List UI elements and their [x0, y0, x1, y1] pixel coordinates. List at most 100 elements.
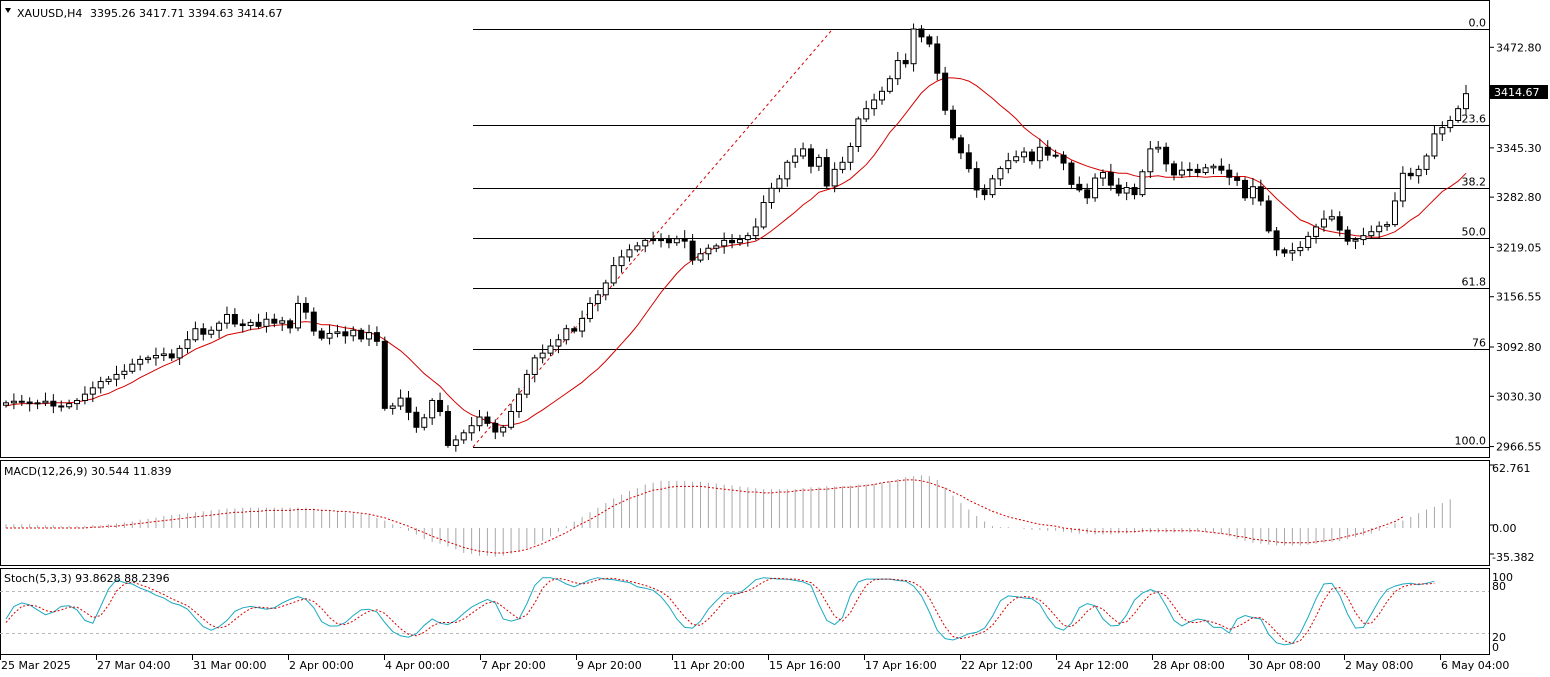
bull-candle	[618, 256, 625, 267]
bull-candle	[508, 411, 515, 428]
bull-candle	[555, 339, 562, 347]
macd-tick-label: 62.761	[1492, 462, 1531, 475]
bull-candle	[105, 378, 112, 383]
bull-candle	[389, 405, 396, 409]
bull-candle	[523, 373, 530, 395]
bear-candle	[318, 330, 325, 339]
bull-candle	[263, 318, 270, 327]
bear-candle	[965, 152, 972, 170]
bear-candle	[942, 72, 949, 111]
bull-candle	[1320, 218, 1327, 228]
bull-candle	[1360, 235, 1367, 241]
bull-candle	[208, 329, 215, 335]
time-tick-label: 31 Mar 00:00	[193, 659, 266, 672]
bull-candle	[160, 353, 167, 357]
bull-candle	[563, 328, 570, 341]
bear-candle	[255, 321, 262, 327]
bull-candle	[602, 282, 609, 296]
bear-candle	[957, 137, 964, 154]
bull-candle	[89, 387, 96, 395]
time-tick-label: 2 May 08:00	[1345, 659, 1413, 672]
current-price-label: 3414.67	[1494, 86, 1540, 99]
bull-candle	[713, 245, 720, 249]
bear-candle	[1218, 165, 1225, 171]
bear-candle	[926, 36, 933, 45]
bull-candle	[634, 245, 641, 251]
bull-candle	[594, 294, 601, 304]
bull-candle	[1328, 216, 1335, 220]
bull-candle	[697, 253, 704, 261]
stoch-label: Stoch(5,3,3) 93.8628 88.2396	[4, 572, 170, 585]
bull-candle	[879, 90, 885, 101]
bull-candle	[1368, 231, 1375, 237]
time-tick-label: 4 Apr 00:00	[385, 659, 450, 672]
bear-candle	[681, 238, 688, 242]
bear-candle	[1084, 189, 1091, 199]
bull-candle	[121, 370, 128, 375]
bull-candle	[1178, 169, 1185, 176]
bull-candle	[66, 403, 73, 408]
bear-candle	[484, 416, 491, 424]
time-tick-label: 28 Apr 08:00	[1153, 659, 1225, 672]
bear-candle	[1242, 179, 1249, 199]
bull-candle	[531, 357, 538, 375]
bear-candle	[405, 397, 412, 413]
bear-candle	[1068, 162, 1075, 185]
bear-candle	[444, 411, 451, 446]
bull-candle	[97, 381, 104, 389]
time-tick-label: 22 Apr 12:00	[961, 659, 1033, 672]
bull-candle	[1423, 155, 1430, 170]
bull-candle	[886, 78, 893, 92]
bull-candle	[855, 118, 862, 148]
bear-candle	[689, 240, 696, 261]
bear-candle	[358, 329, 365, 340]
bull-candle	[642, 239, 649, 247]
bull-candle	[113, 373, 120, 380]
bull-candle	[815, 157, 822, 167]
bull-candle	[1376, 225, 1383, 233]
bull-candle	[500, 426, 507, 433]
bull-candle	[910, 28, 917, 65]
time-tick-label: 11 Apr 20:00	[673, 659, 745, 672]
bull-candle	[752, 226, 759, 237]
bear-candle	[1060, 154, 1067, 164]
bull-candle	[247, 321, 254, 327]
bear-candle	[168, 353, 175, 359]
macd-tick-label: 0.00	[1492, 522, 1517, 535]
bear-candle	[981, 189, 988, 196]
bull-candle	[871, 99, 878, 110]
bear-candle	[381, 340, 388, 409]
time-tick-label: 9 Apr 20:00	[577, 659, 642, 672]
macd-tick-label: -35.382	[1492, 551, 1534, 564]
bear-candle	[1257, 186, 1264, 202]
fib-level-label: 50.0	[1462, 226, 1487, 239]
bull-candle	[366, 332, 373, 340]
bull-candle	[1431, 133, 1438, 157]
bear-candle	[1281, 249, 1288, 254]
bull-candle	[658, 239, 665, 242]
time-tick-label: 15 Apr 16:00	[769, 659, 841, 672]
bear-candle	[310, 311, 317, 332]
bull-candle	[152, 355, 159, 359]
bull-candle	[1013, 156, 1020, 162]
bull-candle	[515, 393, 522, 413]
bear-candle	[18, 400, 25, 403]
bull-candle	[295, 302, 301, 329]
bull-candle	[176, 347, 183, 359]
fib-level-label: 38.2	[1462, 176, 1487, 189]
bear-candle	[1226, 169, 1233, 178]
bull-candle	[626, 249, 633, 258]
bull-candle	[1399, 172, 1406, 202]
bear-candle	[492, 422, 499, 433]
bear-candle	[1234, 176, 1241, 181]
bear-candle	[1028, 151, 1035, 162]
bull-candle	[736, 239, 743, 244]
macd-label: MACD(12,26,9) 30.544 11.839	[4, 465, 172, 478]
bull-candle	[705, 247, 712, 255]
bull-candle	[1123, 187, 1130, 194]
bear-candle	[1336, 216, 1343, 231]
bull-candle	[744, 235, 751, 241]
bull-candle	[650, 239, 657, 242]
price-tick-label: 3282.80	[1496, 191, 1542, 204]
bull-candle	[1463, 93, 1469, 110]
